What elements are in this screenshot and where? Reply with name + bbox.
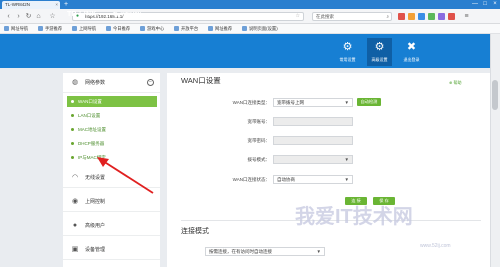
sidebar-group-advanced-user[interactable]: ● 高级用户 [63, 216, 160, 236]
wan-type-select[interactable]: 宽带拨号上网 ▼ [273, 98, 353, 107]
bookmark-item[interactable]: 手游推荐 [38, 24, 62, 34]
brand-logo: TP-LINK [67, 11, 97, 18]
bookmark-favicon-icon [72, 26, 77, 31]
collapse-icon[interactable]: − [147, 79, 154, 86]
watermark-url: www.52ij.com [420, 243, 451, 249]
dial-mode-select[interactable]: ▼ [273, 155, 353, 164]
chevron-down-icon: ▼ [344, 100, 349, 105]
bookmark-item[interactable]: 今日推荐 [106, 24, 130, 34]
toolbar-app-icon[interactable] [418, 13, 425, 20]
gears-icon: ⚙ [374, 41, 385, 53]
gear-icon: ⚙ [342, 41, 353, 53]
sidebar-group-network[interactable]: ◍ 网络参数 − [63, 73, 160, 93]
forward-icon[interactable]: › [14, 12, 23, 21]
star-icon[interactable]: ☆ [48, 12, 57, 21]
help-link[interactable]: ⊕ 帮助 [449, 80, 461, 86]
sidebar-item-dhcp[interactable]: DHCP服务器 [67, 138, 157, 149]
search-placeholder: 在此搜索 [316, 14, 334, 19]
sidebar-group-device[interactable]: ▣ 设备管理 [63, 240, 160, 260]
menu-icon[interactable]: ≡ [462, 12, 471, 21]
new-tab-button[interactable]: + [62, 1, 70, 8]
bookmark-favicon-icon [208, 26, 213, 31]
back-icon[interactable]: ‹ [4, 12, 13, 21]
watermark: 我爱IT技术网 [295, 206, 413, 228]
bookmark-star-icon[interactable]: ☆ [296, 13, 300, 20]
close-window-button[interactable]: × [490, 0, 500, 9]
close-icon: ✖ [406, 41, 417, 53]
toolbar-app-icon[interactable] [438, 13, 445, 20]
sidebar-item-mac[interactable]: MAC地址设置 [67, 124, 157, 135]
bookmark-item[interactable]: 游戏中心 [140, 24, 164, 34]
model-name: TL-WR842N [113, 12, 142, 18]
connection-mode-select[interactable]: 按需连接，在有访问时自动连接 ▼ [205, 247, 325, 256]
bookmark-item[interactable]: 网址导航 [4, 24, 28, 34]
toolbar-app-icon[interactable] [408, 13, 415, 20]
bookmark-favicon-icon [38, 26, 43, 31]
bookmark-favicon-icon [174, 26, 179, 31]
toolbar-app-icon[interactable] [448, 13, 455, 20]
chevron-down-icon: ▼ [344, 157, 349, 162]
sidebar-item-lan[interactable]: LAN口设置 [67, 110, 157, 121]
bookmark-item[interactable]: 说明页面(设置) [242, 24, 278, 34]
search-input[interactable]: 在此搜索 ⌕ [312, 12, 392, 21]
page-scrollbar[interactable] [490, 34, 500, 267]
bookmark-favicon-icon [4, 26, 9, 31]
field-label: WAN口连接状态： [232, 177, 270, 182]
chevron-down-icon: ▼ [344, 177, 349, 182]
refresh-icon[interactable]: ↻ [24, 12, 33, 21]
minimize-button[interactable]: — [470, 0, 480, 9]
annotation-arrow-icon [97, 157, 154, 194]
page-title: WAN口设置 [181, 76, 221, 85]
field-label: WAN口连接类型： [232, 100, 270, 105]
chevron-down-icon: ▼ [316, 249, 321, 254]
search-icon[interactable]: ⌕ [386, 13, 389, 20]
field-label: 宽带账号： [247, 119, 271, 124]
auto-detect-button[interactable]: 自动检测 [357, 98, 381, 106]
sidebar-item-wan[interactable]: WAN口设置 [67, 96, 157, 107]
pppoe-account-input[interactable] [273, 117, 353, 126]
nav-common-settings[interactable]: ⚙ 常用设置 [335, 38, 360, 66]
nav-advanced-settings[interactable]: ⚙ 高级设置 [367, 38, 392, 66]
bookmark-favicon-icon [242, 26, 247, 31]
device-icon: ▣ [71, 246, 79, 253]
bookmark-favicon-icon [106, 26, 111, 31]
bookmark-item[interactable]: 网址推荐 [208, 24, 232, 34]
user-icon: ● [72, 222, 78, 229]
shield-icon: ◉ [71, 198, 79, 205]
browser-title-bar [0, 0, 500, 9]
sidebar-group-access-control[interactable]: ◉ 上网控制 [63, 192, 160, 212]
toolbar-app-icon[interactable] [398, 13, 405, 20]
browser-tab[interactable]: TL-WR842N × [2, 1, 60, 9]
bookmark-favicon-icon [140, 26, 145, 31]
tab-close-icon[interactable]: × [55, 1, 58, 9]
scrollbar-thumb[interactable] [492, 80, 498, 110]
home-icon[interactable]: ⌂ [34, 12, 43, 21]
pppoe-password-input[interactable] [273, 136, 353, 145]
bookmark-item[interactable]: 上网导航 [72, 24, 96, 34]
nav-logout[interactable]: ✖ 退出登录 [399, 38, 424, 66]
wifi-icon: ◠ [71, 174, 79, 181]
wan-speed-select[interactable]: 自动协商 ▼ [273, 175, 353, 184]
maximize-button[interactable]: □ [480, 0, 490, 9]
field-label: 宽带密码： [247, 138, 271, 143]
tab-title: TL-WR842N [5, 2, 31, 7]
bookmark-item[interactable]: 开放平台 [174, 24, 198, 34]
address-bar[interactable]: ● https://192.168.1.1/ ☆ [72, 12, 304, 21]
globe-icon: ◍ [71, 79, 79, 86]
toolbar-app-icon[interactable] [428, 13, 435, 20]
field-label: 拨号模式： [247, 157, 271, 162]
connection-mode-title: 连接模式 [181, 228, 209, 235]
